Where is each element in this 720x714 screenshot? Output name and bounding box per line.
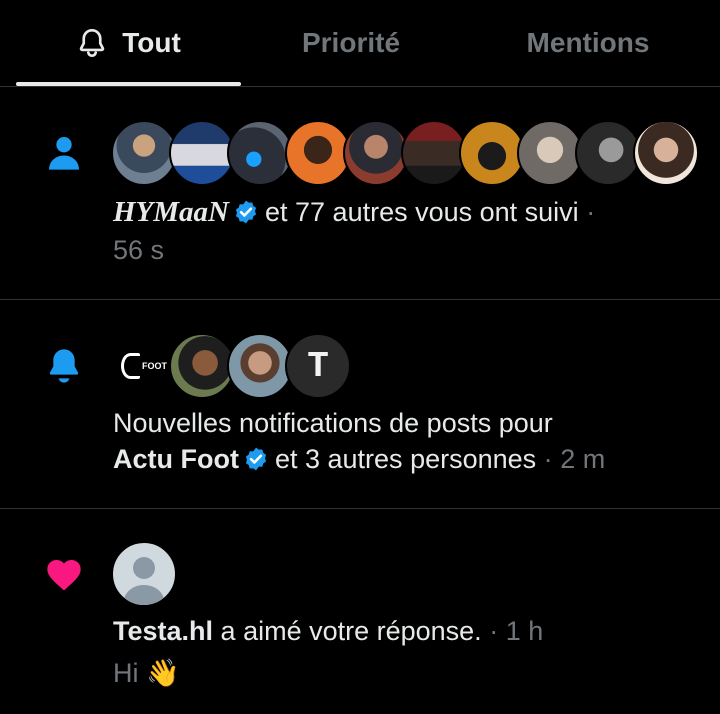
avatar[interactable]: T (285, 333, 351, 399)
timestamp: 1 h (505, 616, 544, 646)
active-tab-indicator (16, 82, 241, 86)
separator-dot: · (489, 616, 499, 646)
avatar-letter: T (307, 345, 329, 387)
notification-follow[interactable]: HYMaaN et 77 autres vous ont suivi · 56 s (0, 87, 720, 300)
tab-all[interactable]: Tout (16, 0, 241, 86)
notification-like[interactable]: Testa.hl a aimé votre réponse. · 1 h Hi … (0, 509, 720, 714)
avatar[interactable] (169, 120, 235, 186)
heart-icon (47, 560, 81, 591)
like-description: a aimé votre réponse. (220, 616, 482, 646)
posts-description: et 3 autres personnes (274, 444, 537, 474)
separator-dot: · (586, 197, 596, 227)
follow-text: HYMaaN et 77 autres vous ont suivi · (113, 194, 595, 230)
like-text: Testa.hl a aimé votre réponse. · 1 h (113, 613, 543, 649)
posts-line-2: Actu Foot et 3 autres personnes · 2 m (113, 441, 605, 477)
posts-line-1: Nouvelles notifications de posts pour (113, 408, 553, 438)
notifications-tabs: Tout Priorité Mentions (0, 0, 720, 87)
tab-mentions-label: Mentions (526, 27, 650, 58)
timestamp: 56 s (113, 235, 165, 265)
avatar[interactable] (575, 120, 641, 186)
logo-text: FOOT (142, 361, 167, 371)
user-name[interactable]: Testa.hl (113, 616, 213, 646)
avatar[interactable] (285, 120, 351, 186)
avatar[interactable]: FOOT (111, 333, 177, 399)
avatar[interactable] (343, 120, 409, 186)
user-name[interactable]: HYMaaN (113, 196, 229, 228)
tab-priority[interactable]: Priorité (241, 0, 461, 86)
notification-posts[interactable]: FOOT T Nouvelles notifications de posts … (0, 300, 720, 509)
bell-icon (49, 349, 79, 383)
avatar[interactable] (111, 120, 177, 186)
avatar[interactable] (517, 120, 583, 186)
verified-badge-icon (235, 200, 257, 224)
tab-mentions[interactable]: Mentions (470, 0, 706, 86)
reply-preview: Hi 👋 (113, 658, 180, 688)
avatar[interactable] (227, 333, 293, 399)
user-name[interactable]: Actu Foot (113, 444, 239, 474)
avatar[interactable] (459, 120, 525, 186)
follow-description: et 77 autres vous ont suivi (265, 197, 579, 227)
person-icon (49, 137, 79, 170)
bell-outline-icon (79, 29, 105, 58)
avatar[interactable] (401, 120, 467, 186)
separator-dot: · (543, 444, 553, 474)
notifications-page: Tout Priorité Mentions HYMaaN et 77 autr… (0, 0, 720, 714)
avatar[interactable] (169, 333, 235, 399)
avatar[interactable] (227, 120, 293, 186)
brand-logo-icon (121, 353, 140, 379)
tab-priority-label: Priorité (301, 27, 401, 58)
tab-all-label: Tout (122, 27, 181, 58)
timestamp: 2 m (560, 444, 606, 474)
default-avatar[interactable] (111, 541, 177, 607)
avatar[interactable] (633, 120, 699, 186)
default-profile-icon (123, 557, 165, 605)
verified-badge-icon (245, 447, 267, 471)
